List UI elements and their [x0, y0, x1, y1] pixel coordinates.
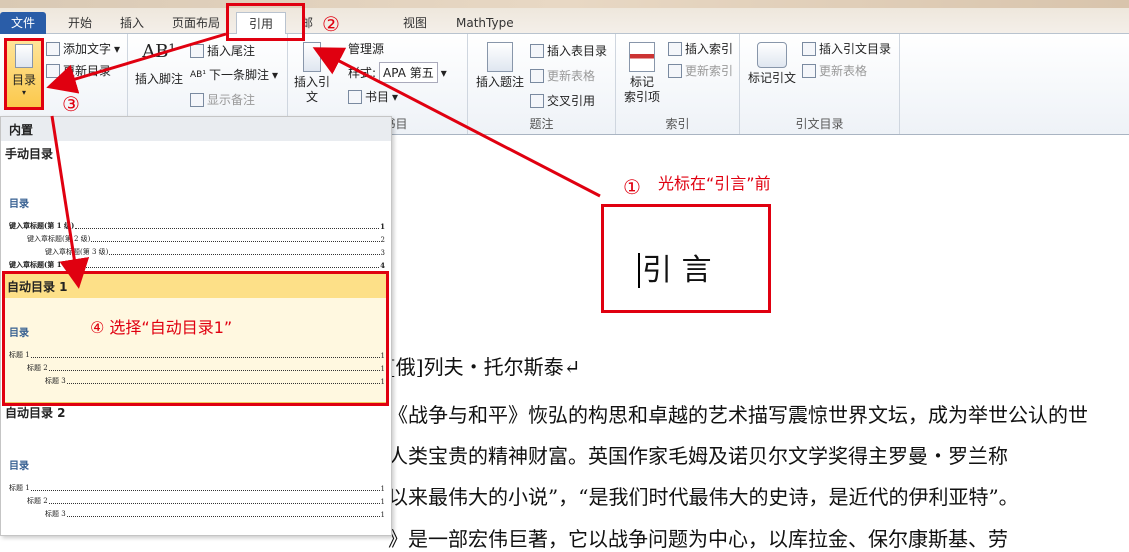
insert-footnote-button[interactable]: AB¹ 插入脚注: [134, 41, 184, 87]
table-of-figures-icon: [530, 43, 544, 58]
insert-endnote-button[interactable]: 插入尾注: [190, 42, 255, 59]
bibliography-icon: [348, 89, 362, 104]
tab-page-layout[interactable]: 页面布局: [164, 12, 228, 34]
manage-sources-button[interactable]: 管理源: [348, 40, 384, 57]
cross-reference-button[interactable]: 交叉引用: [530, 92, 595, 109]
insert-index-button[interactable]: 插入索引: [668, 40, 733, 57]
group-index: 标记 索引项 插入索引 更新索引 索引: [616, 34, 740, 134]
show-notes-button[interactable]: 显示备注: [190, 91, 255, 108]
tab-file[interactable]: 文件: [0, 12, 46, 34]
annotation-step1-text: 光标在“引言”前: [658, 174, 771, 193]
mark-citation-button[interactable]: 标记引文: [744, 42, 800, 86]
insert-caption-button[interactable]: 插入题注: [474, 42, 526, 90]
gallery-header: 内置: [1, 117, 391, 141]
style-select[interactable]: 样式: APA 第五 ▾: [348, 62, 447, 83]
update-table-button[interactable]: 更新表格: [530, 67, 595, 84]
update-index-icon: [668, 63, 682, 78]
annotation-step1: ①: [623, 175, 641, 199]
tab-mathtype[interactable]: MathType: [448, 12, 522, 34]
bibliography-button[interactable]: 书目 ▾: [348, 88, 398, 105]
annotation-box-references-tab: [226, 3, 305, 41]
update-index-button[interactable]: 更新索引: [668, 62, 733, 79]
add-text-button[interactable]: 添加文字 ▾: [46, 40, 120, 57]
next-footnote-button[interactable]: AB¹ 下一条脚注 ▾: [190, 66, 278, 83]
update-toa-icon: [802, 63, 816, 78]
update-toa-button[interactable]: 更新表格: [802, 62, 867, 79]
annotation-box-auto-toc1: [2, 271, 389, 406]
add-text-icon: [46, 41, 60, 56]
annotation-step4: ④ 选择“自动目录1”: [90, 318, 233, 337]
tab-home[interactable]: 开始: [60, 12, 100, 34]
insert-toa-button[interactable]: 插入引文目录: [802, 40, 891, 57]
doc-line: 人类宝贵的精神财富。英国作家毛姆及诺贝尔文学奖得主罗曼・罗兰称: [388, 444, 1008, 468]
update-toc-button[interactable]: 更新目录: [46, 62, 111, 79]
insert-table-of-figures-button[interactable]: 插入表目录: [530, 42, 607, 59]
doc-line: 》是一部宏伟巨著，它以战争问题为中心，以库拉金、保尔康斯基、劳: [388, 527, 1008, 551]
annotation-step2: ②: [322, 12, 340, 36]
annotation-box-heading: [601, 204, 771, 313]
footnote-ab-icon: AB¹: [142, 41, 176, 62]
annotation-step3: ③: [62, 92, 80, 116]
next-footnote-icon: AB¹: [190, 69, 206, 80]
citation-icon: [303, 42, 321, 72]
caption-icon: [487, 42, 513, 72]
show-notes-icon: [190, 92, 204, 107]
endnote-icon: [190, 43, 204, 58]
doc-line: 以来最伟大的小说”，“是我们时代最伟大的史诗，是近代的伊利亚特”。: [388, 485, 1019, 509]
ribbon-tabs: 文件 开始 插入 页面布局 引用 邮件 视图 MathType: [0, 8, 1129, 34]
cross-reference-icon: [530, 93, 544, 108]
insert-index-icon: [668, 41, 682, 56]
annotation-box-toc-button: [4, 38, 44, 110]
update-table-icon: [530, 68, 544, 83]
group-toa: 标记引文 插入引文目录 更新表格 引文目录: [740, 34, 900, 134]
mark-entry-button[interactable]: 标记 索引项: [620, 42, 664, 105]
insert-toa-icon: [802, 41, 816, 56]
tab-insert[interactable]: 插入: [112, 12, 152, 34]
doc-line: 《战争与和平》恢弘的构思和卓越的艺术描写震惊世界文坛，成为举世公认的世: [388, 403, 1088, 427]
tab-view[interactable]: 视图: [395, 12, 435, 34]
doc-line: [俄]列夫・托尔斯泰↵: [388, 355, 581, 379]
insert-citation-button[interactable]: 插入引文: [292, 42, 332, 105]
group-captions: 插入题注 插入表目录 更新表格 交叉引用 题注: [468, 34, 616, 134]
mark-citation-icon: [757, 42, 787, 68]
mark-entry-icon: [629, 42, 655, 72]
update-icon: [46, 63, 60, 78]
